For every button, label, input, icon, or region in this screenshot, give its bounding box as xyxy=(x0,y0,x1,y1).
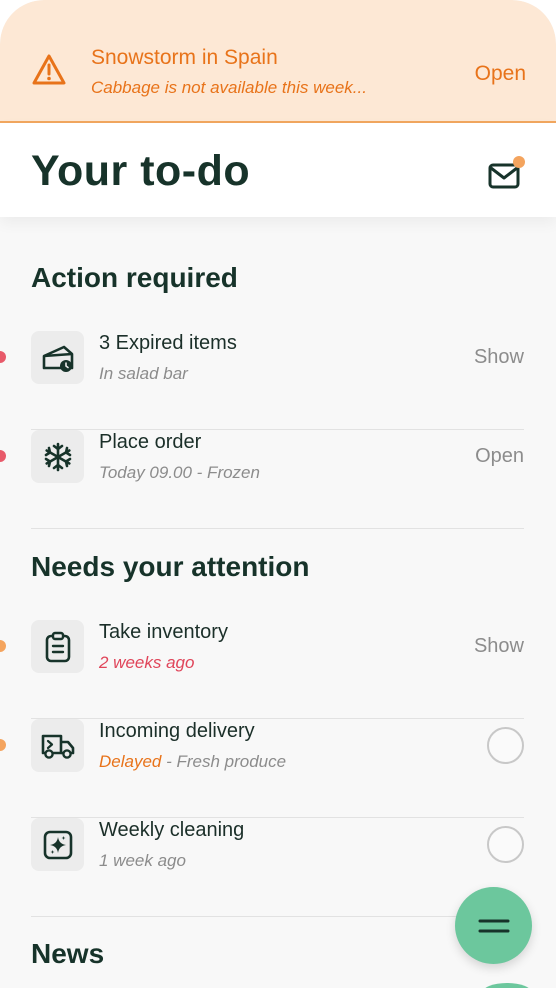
item-icon-tile xyxy=(31,331,84,384)
item-subtitle: 2 weeks ago xyxy=(99,653,195,672)
sparkle-clean-icon xyxy=(43,830,72,859)
complete-checkbox[interactable] xyxy=(487,727,524,764)
todo-item-expired[interactable]: 3 Expired items In salad bar Show xyxy=(0,331,524,430)
show-button[interactable]: Show xyxy=(474,346,524,369)
delivery-truck-icon xyxy=(41,734,74,759)
page-title: Your to-do xyxy=(31,147,251,195)
item-subtitle: Delayed - Fresh produce xyxy=(99,752,286,772)
alert-open-button[interactable]: Open xyxy=(475,62,526,86)
item-title: 3 Expired items xyxy=(99,332,237,354)
item-title: Incoming delivery xyxy=(99,720,255,742)
item-subtitle: Today 09.00 - Frozen xyxy=(99,463,260,482)
priority-dot xyxy=(0,640,6,652)
item-subtitle-detail: - Fresh produce xyxy=(161,752,287,771)
notification-dot xyxy=(513,156,525,168)
item-title: Place order xyxy=(99,431,202,453)
todo-item-incoming-delivery[interactable]: Incoming delivery Delayed - Fresh produc… xyxy=(0,719,524,818)
alert-banner[interactable]: Snowstorm in Spain Cabbage is not availa… xyxy=(0,0,556,123)
delayed-label: Delayed xyxy=(99,752,162,771)
section-title-action-required: Action required xyxy=(31,262,238,293)
item-title: Take inventory xyxy=(99,621,228,643)
page-header: Your to-do xyxy=(0,123,556,217)
item-icon-tile xyxy=(31,430,84,483)
item-icon-tile xyxy=(31,818,84,871)
news-card-peek xyxy=(482,983,532,988)
alert-subtitle: Cabbage is not available this week... xyxy=(91,78,367,97)
alert-title: Snowstorm in Spain xyxy=(91,46,278,69)
menu-icon xyxy=(478,919,509,932)
todo-item-take-inventory[interactable]: Take inventory 2 weeks ago Show xyxy=(0,620,524,719)
mail-button[interactable] xyxy=(488,156,528,195)
item-title: Weekly cleaning xyxy=(99,819,245,841)
section-title-needs-attention: Needs your attention xyxy=(31,551,310,582)
priority-dot xyxy=(0,739,6,751)
menu-fab-button[interactable] xyxy=(455,887,532,964)
warning-triangle-icon xyxy=(32,54,66,85)
open-button[interactable]: Open xyxy=(475,445,524,468)
snowflake-icon xyxy=(44,442,71,471)
priority-dot xyxy=(0,450,6,462)
app-screen: Snowstorm in Spain Cabbage is not availa… xyxy=(0,0,556,988)
expired-cheese-icon xyxy=(42,345,73,372)
item-icon-tile xyxy=(31,719,84,772)
section-title-news: News xyxy=(31,938,105,969)
priority-dot xyxy=(0,351,6,363)
show-button[interactable]: Show xyxy=(474,635,524,658)
todo-item-weekly-cleaning[interactable]: Weekly cleaning 1 week ago xyxy=(31,818,524,917)
clipboard-icon xyxy=(45,631,70,662)
todo-item-place-order[interactable]: Place order Today 09.00 - Frozen Open xyxy=(0,430,524,529)
item-subtitle: In salad bar xyxy=(99,364,188,383)
item-icon-tile xyxy=(31,620,84,673)
item-subtitle: 1 week ago xyxy=(99,851,186,870)
complete-checkbox[interactable] xyxy=(487,826,524,863)
